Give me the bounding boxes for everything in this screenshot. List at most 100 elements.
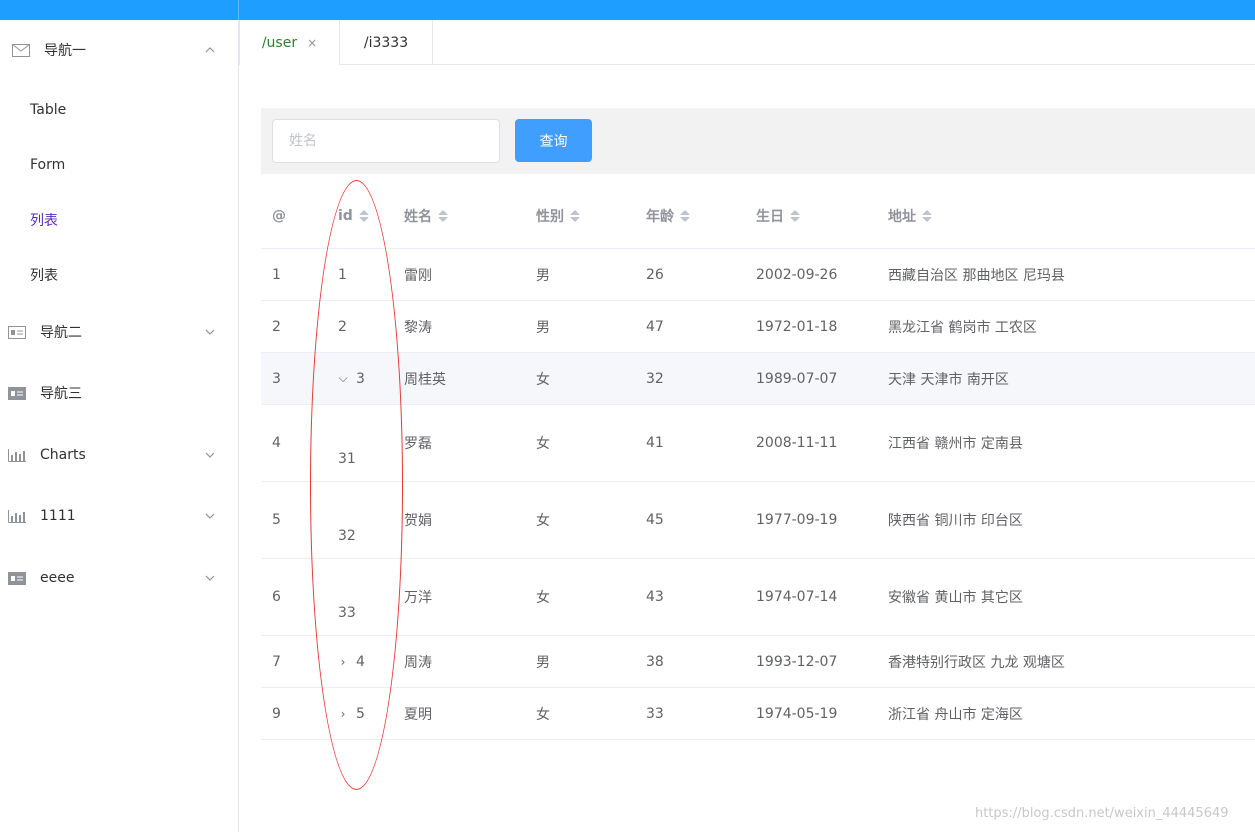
cell-id: 32 — [338, 482, 356, 558]
cell-text: 1989-07-07 — [756, 370, 838, 387]
sidebar-group-charts[interactable]: Charts — [0, 427, 238, 483]
cell-index: 3 — [272, 353, 281, 404]
table-row[interactable]: 4 31 罗磊 女 41 2008-11-11 江西省 赣州市 定南县 — [261, 405, 1255, 482]
cell-age: 26 — [646, 249, 664, 300]
sort-caret-icon[interactable] — [790, 210, 800, 222]
cell-text: 3 — [356, 370, 365, 387]
sort-caret-icon[interactable] — [922, 210, 932, 222]
chevron-right-icon[interactable]: › — [338, 655, 348, 669]
sidebar-group-nav3[interactable]: 导航三 — [0, 365, 238, 421]
sort-caret-icon[interactable] — [570, 210, 580, 222]
cell-text: 1 — [272, 266, 281, 283]
chevron-up-icon — [204, 44, 216, 56]
cell-index: 4 — [272, 405, 281, 481]
sidebar-group-nav1[interactable]: 导航一 — [0, 22, 238, 78]
cell-text: 5 — [272, 512, 281, 528]
sidebar-item-list-active[interactable]: 列表 — [0, 192, 238, 247]
chevron-down-icon — [204, 326, 216, 338]
id-card-icon — [8, 571, 26, 585]
sidebar-item-list[interactable]: 列表 — [0, 247, 238, 302]
cell-text: 1977-09-19 — [756, 512, 838, 528]
cell-text: 黎涛 — [404, 319, 432, 336]
cell-index: 7 — [272, 636, 281, 687]
header-index[interactable]: @ — [272, 184, 286, 248]
cell-gender: 女 — [536, 482, 550, 558]
cell-text: 4 — [272, 435, 281, 451]
bar-chart-icon — [8, 509, 26, 523]
cell-text: 男 — [536, 654, 550, 671]
cell-id: 2 — [338, 301, 347, 352]
cell-text: 1974-05-19 — [756, 705, 838, 722]
table-row[interactable]: 2 2 黎涛 男 47 1972-01-18 黑龙江省 鹤岗市 工农区 — [261, 301, 1255, 353]
cell-index: 2 — [272, 301, 281, 352]
cell-gender: 女 — [536, 688, 550, 739]
table-header-row: @ id 姓名 性别 年龄 生日 地址 — [261, 184, 1255, 249]
cell-text: 女 — [536, 436, 550, 452]
header-address[interactable]: 地址 — [888, 184, 932, 248]
header-age[interactable]: 年龄 — [646, 184, 690, 248]
cell-address: 陕西省 铜川市 印台区 — [888, 482, 1023, 558]
chevron-down-icon — [204, 510, 216, 522]
sidebar-item-table[interactable]: Table — [0, 82, 238, 137]
sort-caret-icon[interactable] — [358, 210, 369, 222]
cell-birthday: 1972-01-18 — [756, 301, 837, 352]
close-icon[interactable]: × — [307, 36, 317, 50]
table-row[interactable]: 1 1 雷刚 男 26 2002-09-26 西藏自治区 那曲地区 尼玛县 — [261, 249, 1255, 301]
cell-gender: 女 — [536, 405, 550, 481]
cell-text: 周桂英 — [404, 371, 446, 388]
cell-gender: 女 — [536, 353, 550, 404]
cell-text: 男 — [536, 319, 550, 336]
cell-birthday: 2008-11-11 — [756, 405, 837, 481]
table-row[interactable]: 7 › 4 周涛男 38 1993-12-07 香港特别行政区 九龙 观塘区 — [261, 636, 1255, 688]
sidebar-group-nav2[interactable]: 导航二 — [0, 304, 238, 360]
sort-caret-icon[interactable] — [438, 210, 448, 222]
cell-name: 雷刚 — [404, 249, 432, 300]
cell-name: 周涛 — [404, 636, 432, 687]
cell-address: 西藏自治区 那曲地区 尼玛县 — [888, 249, 1065, 300]
sidebar-group-eeee[interactable]: eeee — [0, 550, 238, 606]
cell-text: 西藏自治区 那曲地区 尼玛县 — [888, 267, 1065, 284]
cell-text: 1972-01-18 — [756, 318, 838, 335]
cell-text: 女 — [536, 706, 550, 723]
cell-text: 贺娟 — [404, 513, 432, 529]
sidebar-item-form[interactable]: Form — [0, 137, 238, 192]
cell-id: 31 — [338, 405, 356, 481]
cell-text: 夏明 — [404, 706, 432, 723]
cell-text: 4 — [356, 653, 365, 670]
header-id[interactable]: id — [338, 184, 369, 248]
query-button[interactable]: 查询 — [515, 119, 592, 162]
table-row[interactable]: 9 › 5 夏明女 33 1974-05-19 浙江省 舟山市 定海区 — [261, 688, 1255, 740]
cell-text: 45 — [646, 512, 664, 528]
table-row[interactable]: 5 32 贺娟 女 45 1977-09-19 陕西省 铜川市 印台区 — [261, 482, 1255, 559]
chevron-down-icon[interactable]: ⌵ — [338, 371, 348, 386]
header-birthday[interactable]: 生日 — [756, 184, 800, 248]
tab-user[interactable]: /user × — [239, 20, 340, 65]
tab-bar: /user × /i3333 — [239, 20, 1255, 65]
cell-birthday: 1977-09-19 — [756, 482, 837, 558]
cell-age: 47 — [646, 301, 664, 352]
table-row[interactable]: 3 ⌵ 3 周桂英女 32 1989-07-07 天津 天津市 南开区 — [261, 353, 1255, 405]
cell-text: 男 — [536, 267, 550, 284]
cell-text: 33 — [338, 605, 356, 621]
cell-address: 天津 天津市 南开区 — [888, 353, 1009, 404]
cell-name: 周桂英 — [404, 353, 446, 404]
tab-i3333[interactable]: /i3333 — [340, 20, 433, 65]
cell-text: 2 — [338, 318, 347, 335]
id-card-icon — [8, 325, 26, 339]
cell-text: 周涛 — [404, 654, 432, 671]
cell-text: 浙江省 舟山市 定海区 — [888, 706, 1023, 723]
chevron-down-icon — [204, 572, 216, 584]
sidebar-group-1111[interactable]: 1111 — [0, 488, 238, 544]
name-search-input[interactable] — [272, 119, 500, 163]
header-name[interactable]: 姓名 — [404, 184, 448, 248]
cell-text: 5 — [356, 705, 365, 722]
cell-text: 万洋 — [404, 590, 432, 606]
cell-gender: 男 — [536, 301, 550, 352]
table-row[interactable]: 6 33 万洋 女 43 1974-07-14 安徽省 黄山市 其它区 — [261, 559, 1255, 636]
cell-text: 38 — [646, 653, 664, 670]
chevron-right-icon[interactable]: › — [338, 707, 348, 721]
sort-caret-icon[interactable] — [680, 210, 690, 222]
header-gender[interactable]: 性别 — [536, 184, 580, 248]
cell-id: ⌵ 3 — [338, 353, 365, 404]
cell-age: 38 — [646, 636, 664, 687]
